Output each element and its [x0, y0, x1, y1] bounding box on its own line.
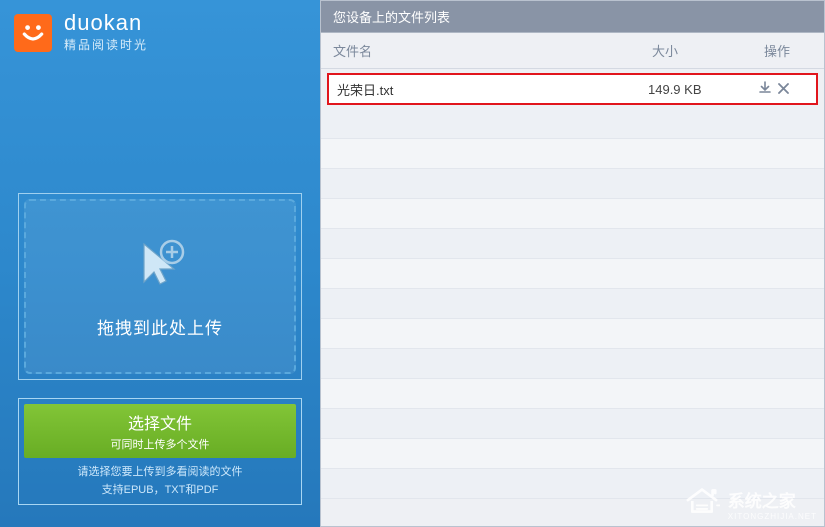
sidebar: duokan 精品阅读时光 拖拽到此处上传 选择文件 可同时上传多个文件 请选择…: [0, 0, 320, 527]
dropzone-frame: 拖拽到此处上传: [18, 193, 302, 380]
list-item: [321, 169, 824, 199]
column-header-ops: 操作: [742, 41, 812, 60]
list-item: [321, 109, 824, 139]
select-file-secondary-label: 可同时上传多个文件: [111, 436, 210, 452]
dropzone[interactable]: 拖拽到此处上传: [24, 199, 296, 374]
brand: duokan 精品阅读时光: [0, 12, 320, 53]
dropzone-label: 拖拽到此处上传: [97, 314, 223, 339]
list-item: [321, 379, 824, 409]
empty-list-area: [321, 109, 824, 526]
file-size: 149.9 KB: [648, 82, 738, 97]
column-header-name: 文件名: [333, 41, 652, 60]
panel-title: 您设备上的文件列表: [321, 1, 824, 33]
list-item: [321, 229, 824, 259]
select-file-button[interactable]: 选择文件 可同时上传多个文件: [24, 404, 296, 458]
file-row-highlight: 光荣日.txt 149.9 KB: [327, 73, 818, 105]
brand-wordmark: duokan: [64, 12, 148, 34]
watermark: 系统之家 XITONGZHIJIA.NET: [684, 486, 817, 521]
upload-hint: 请选择您要上传到多看阅读的文件 支持EPUB，TXT和PDF: [24, 464, 296, 499]
watermark-sub: XITONGZHIJIA.NET: [728, 512, 817, 521]
list-item: [321, 289, 824, 319]
main-panel: 您设备上的文件列表 文件名 大小 操作 光荣日.txt 149.9 KB: [320, 0, 825, 527]
watermark-house-icon: [684, 486, 720, 521]
close-icon[interactable]: [778, 82, 789, 96]
list-item: [321, 259, 824, 289]
download-icon[interactable]: [758, 81, 772, 97]
list-item: [321, 349, 824, 379]
list-item: [321, 199, 824, 229]
select-file-frame: 选择文件 可同时上传多个文件 请选择您要上传到多看阅读的文件 支持EPUB，TX…: [18, 398, 302, 505]
brand-tagline: 精品阅读时光: [64, 36, 148, 53]
list-item: [321, 409, 824, 439]
brand-text: duokan 精品阅读时光: [64, 12, 148, 53]
column-header-row: 文件名 大小 操作: [321, 33, 824, 69]
upload-hint-line2: 支持EPUB，TXT和PDF: [24, 482, 296, 500]
watermark-primary: 系统之家: [728, 487, 817, 512]
watermark-text: 系统之家 XITONGZHIJIA.NET: [728, 487, 817, 521]
list-item: [321, 319, 824, 349]
file-name: 光荣日.txt: [337, 80, 648, 99]
file-ops: [738, 81, 808, 97]
logo-icon: [14, 14, 52, 52]
list-item: [321, 139, 824, 169]
list-item: [321, 439, 824, 469]
table-row[interactable]: 光荣日.txt 149.9 KB: [329, 75, 816, 103]
column-header-size: 大小: [652, 41, 742, 60]
upload-cursor-icon: [130, 234, 190, 294]
select-file-primary-label: 选择文件: [128, 410, 192, 434]
upload-hint-line1: 请选择您要上传到多看阅读的文件: [24, 464, 296, 482]
